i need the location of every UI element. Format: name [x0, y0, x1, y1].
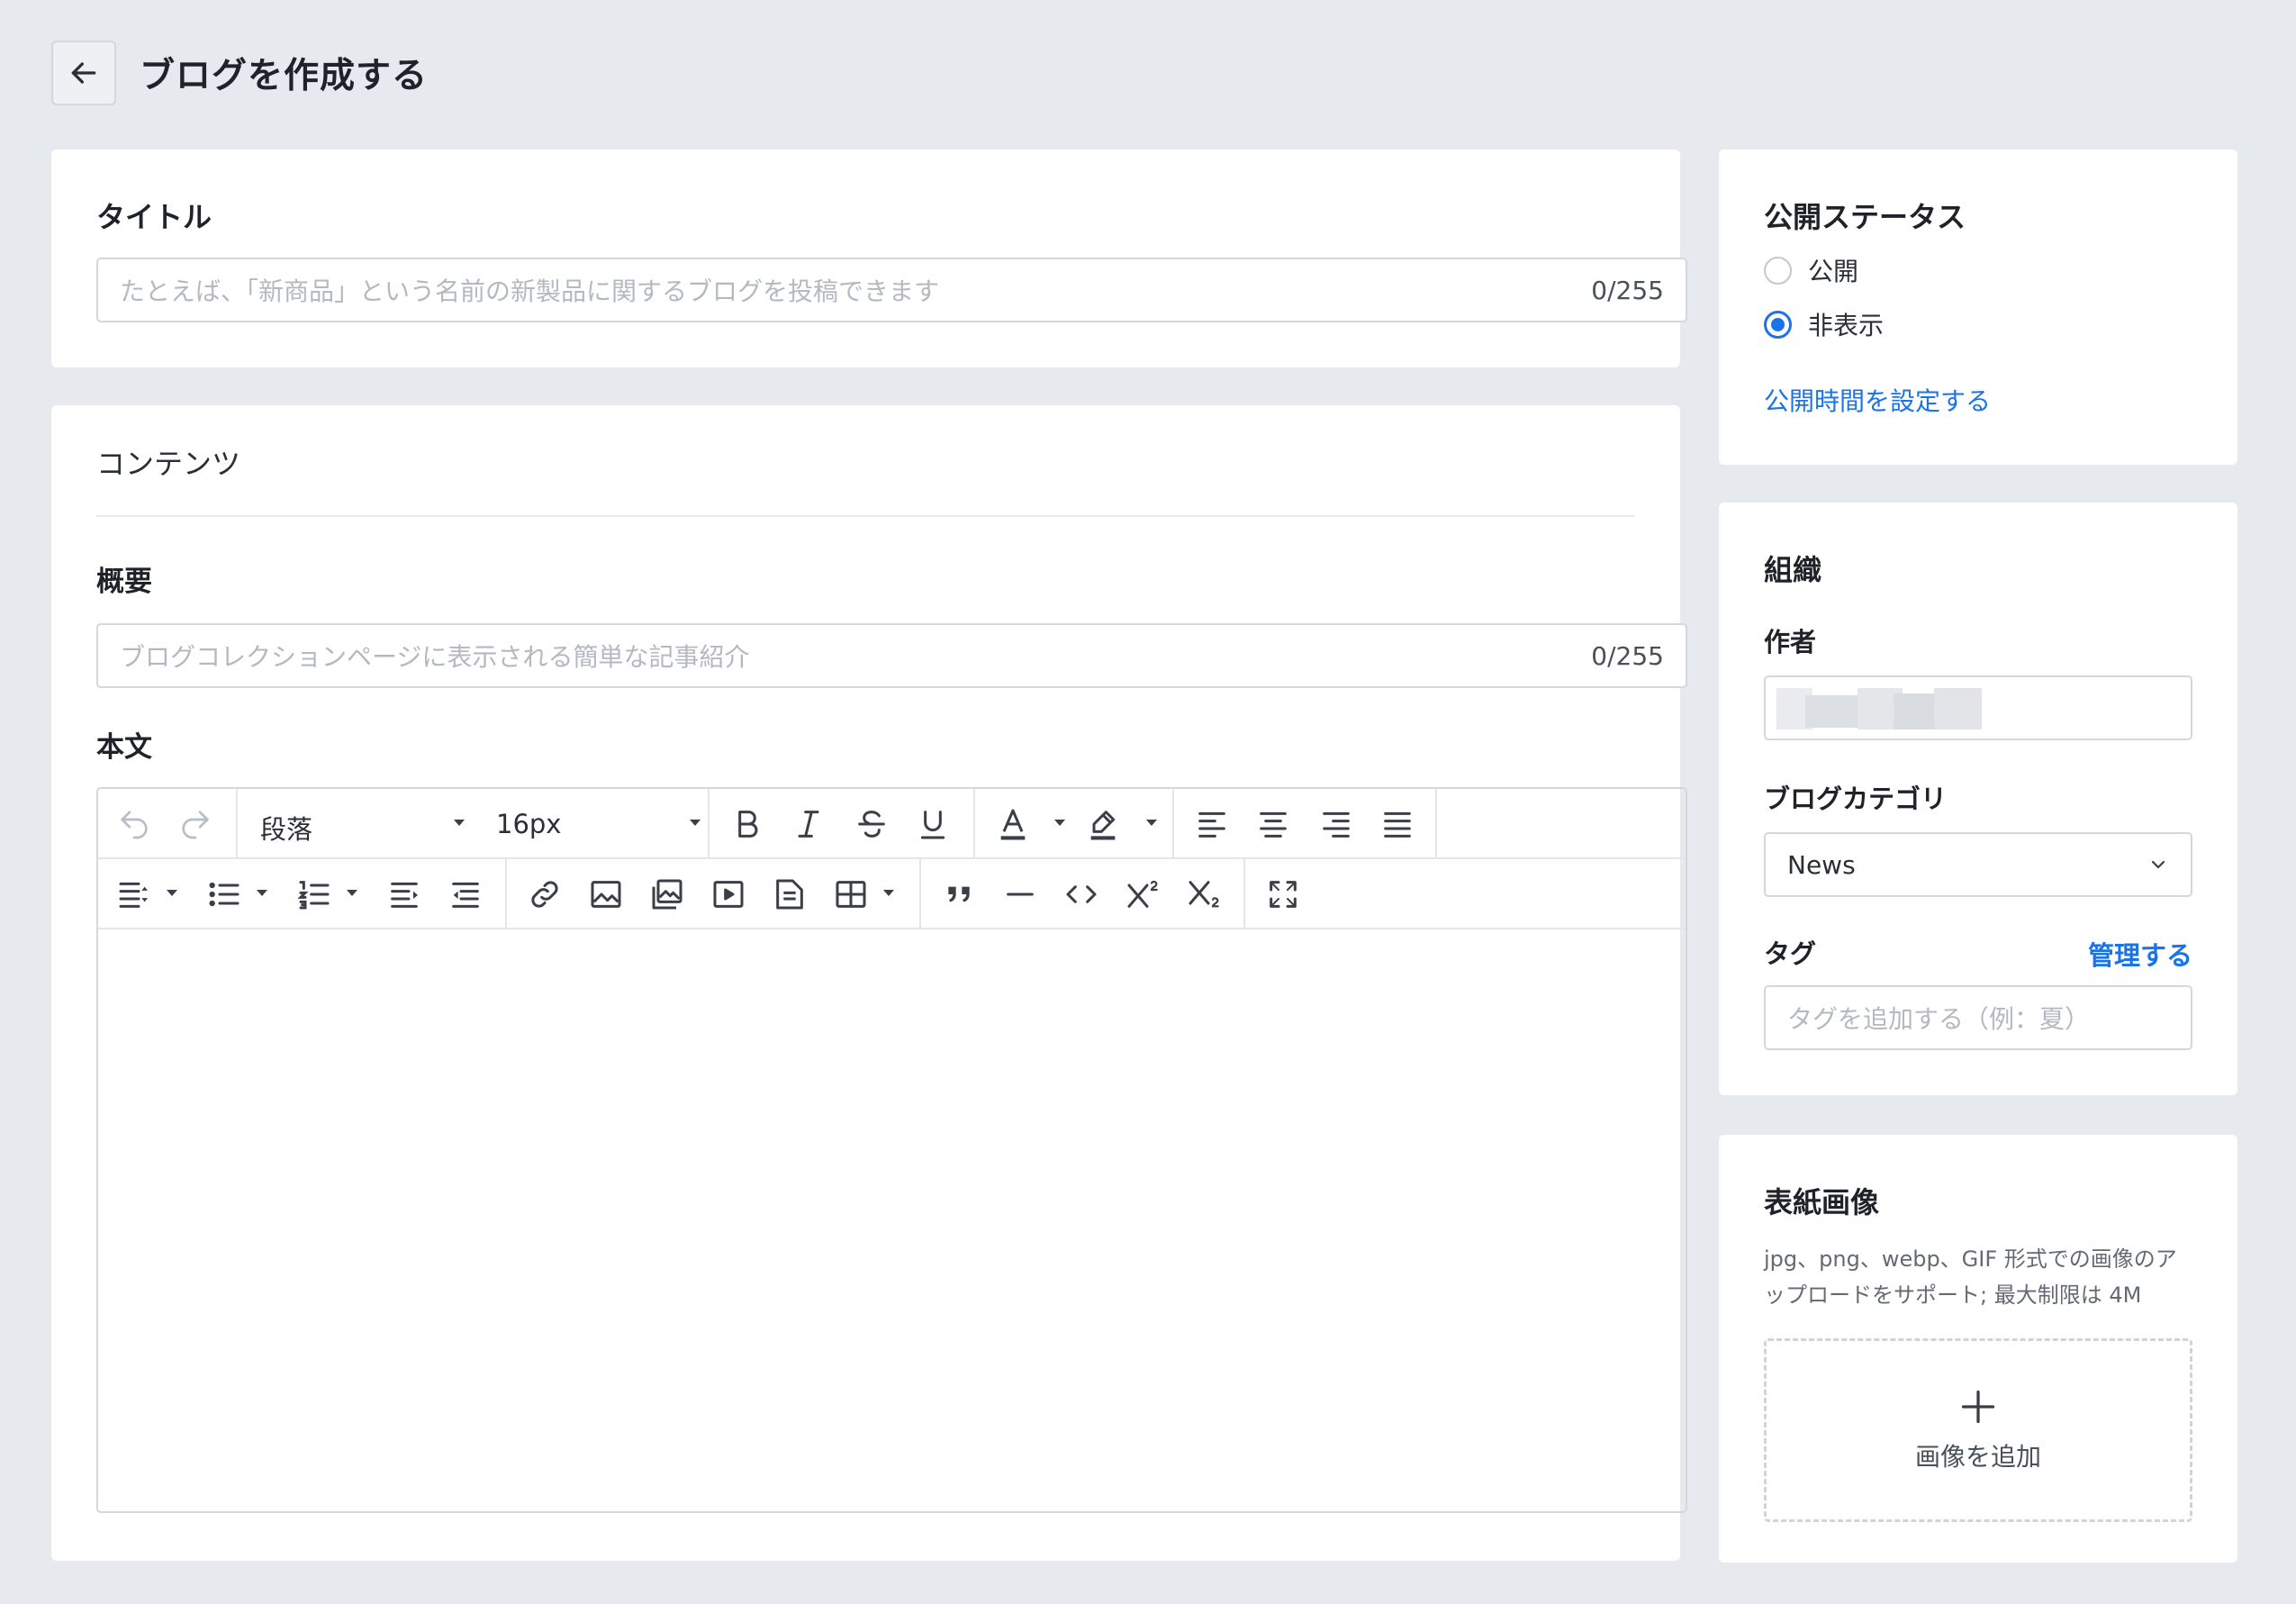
summary-input[interactable]: ブログコレクションページに表示される簡単な記事紹介 0/255 [96, 623, 1687, 688]
summary-char-counter: 0/255 [1591, 640, 1664, 671]
radio-hidden-label: 非表示 [1808, 311, 1885, 340]
horizontal-rule-icon[interactable] [1002, 876, 1038, 912]
align-justify-icon[interactable] [1379, 806, 1415, 842]
code-icon[interactable] [1063, 876, 1099, 912]
highlight-caret-icon[interactable] [1146, 820, 1157, 826]
organization-card: 組織 作者 ブログカテゴリ News タグ 管理する タグを追加する（例：夏） [1719, 503, 2237, 1095]
add-image-label: 画像を追加 [1914, 1442, 2041, 1472]
author-input[interactable] [1764, 675, 2192, 740]
redo-icon[interactable] [177, 806, 213, 842]
image-icon[interactable] [588, 876, 624, 912]
radio-hidden[interactable]: 非表示 [1764, 306, 1884, 342]
alignment-group [1174, 789, 1437, 859]
back-button[interactable] [51, 41, 116, 105]
chevron-down-icon [2151, 860, 2165, 869]
subscript-icon[interactable] [1186, 876, 1222, 912]
radio-hidden-circle[interactable] [1764, 310, 1792, 339]
numbered-list-caret-icon[interactable] [347, 890, 357, 896]
category-select-value: News [1787, 849, 1856, 880]
tag-label: タグ [1764, 938, 1817, 969]
text-color-caret-icon[interactable] [1054, 820, 1065, 826]
blockquote-icon[interactable] [941, 876, 977, 912]
body-label: 本文 [96, 731, 152, 764]
strikethrough-icon[interactable] [854, 806, 890, 842]
add-image-dropzone[interactable]: 画像を追加 [1764, 1338, 2192, 1522]
author-value-redacted [1776, 688, 1982, 730]
schedule-publish-link[interactable]: 公開時間を設定する [1764, 382, 1991, 418]
file-attachment-icon[interactable] [772, 876, 808, 912]
history-group [98, 789, 238, 859]
table-caret-icon[interactable] [883, 890, 894, 896]
tag-placeholder: タグを追加する（例：夏） [1787, 1004, 2091, 1034]
outdent-icon[interactable] [447, 876, 484, 912]
page-header: ブログを作成する [51, 40, 428, 106]
superscript-icon[interactable] [1125, 876, 1161, 912]
title-char-counter: 0/255 [1591, 275, 1664, 305]
radio-public-circle[interactable] [1764, 256, 1792, 285]
link-icon[interactable] [527, 876, 563, 912]
highlight-color-icon[interactable] [1085, 806, 1121, 842]
align-center-icon[interactable] [1255, 806, 1291, 842]
content-divider [96, 515, 1635, 517]
manage-tags-link[interactable]: 管理する [2088, 935, 2192, 973]
font-size-caret-icon [690, 820, 701, 826]
line-height-icon[interactable] [116, 876, 152, 912]
gallery-icon[interactable] [649, 876, 685, 912]
publish-status-title: 公開ステータス [1764, 200, 1966, 234]
cover-image-card: 表紙画像 jpg、png、webp、GIF 形式での画像のアップロードをサポート… [1719, 1135, 2237, 1563]
radio-public-label: 公開 [1808, 257, 1859, 286]
line-height-caret-icon[interactable] [167, 890, 177, 896]
cover-image-hint: jpg、png、webp、GIF 形式での画像のアップロードをサポート; 最大制… [1764, 1246, 2177, 1308]
title-placeholder: たとえば、「新商品」という名前の新製品に関するブログを投稿できます [120, 276, 940, 306]
editor-toolbar-row-1: 段落 16px [98, 789, 1686, 859]
undo-icon[interactable] [116, 806, 152, 842]
summary-placeholder: ブログコレクションページに表示される簡単な記事紹介 [120, 642, 750, 672]
italic-icon[interactable] [791, 806, 827, 842]
paragraph-select[interactable]: 段落 [238, 789, 474, 859]
content-card: コンテンツ 概要 ブログコレクションページに表示される簡単な記事紹介 0/255… [51, 405, 1687, 1561]
fullscreen-icon[interactable] [1265, 876, 1301, 912]
content-section-label: コンテンツ [96, 447, 241, 481]
publish-status-card: 公開ステータス 公開 非表示 公開時間を設定する [1719, 150, 2237, 465]
summary-label: 概要 [96, 566, 152, 598]
bullet-list-caret-icon[interactable] [257, 890, 267, 896]
color-group [975, 789, 1174, 859]
plus-icon [1961, 1390, 1995, 1424]
indent-icon[interactable] [386, 876, 422, 912]
page-title: ブログを作成する [140, 56, 429, 96]
view-group [1245, 859, 1326, 929]
align-left-icon[interactable] [1194, 806, 1230, 842]
block-format-group: 段落 16px [238, 789, 710, 859]
text-style-group [710, 789, 975, 859]
editor-content-area[interactable] [98, 931, 1686, 1511]
title-card: タイトル たとえば、「新商品」という名前の新製品に関するブログを投稿できます 0… [51, 150, 1687, 367]
text-color-icon[interactable] [995, 806, 1031, 842]
title-label: タイトル [96, 200, 212, 234]
video-icon[interactable] [710, 876, 746, 912]
list-group [98, 859, 507, 929]
bold-icon[interactable] [729, 806, 765, 842]
rich-text-editor: 段落 16px [96, 787, 1687, 1513]
align-right-icon[interactable] [1318, 806, 1354, 842]
category-select[interactable]: News [1764, 832, 2192, 897]
underline-icon[interactable] [915, 806, 951, 842]
category-label: ブログカテゴリ [1764, 784, 1948, 814]
font-size-select-value: 16px [496, 809, 562, 839]
author-label: 作者 [1764, 627, 1817, 657]
format-extra-group [921, 859, 1245, 929]
radio-public[interactable]: 公開 [1764, 252, 1858, 288]
arrow-left-icon [71, 62, 96, 84]
cover-image-title: 表紙画像 [1764, 1185, 1880, 1219]
numbered-list-icon[interactable] [296, 876, 332, 912]
paragraph-select-value: 段落 [260, 814, 313, 845]
table-icon[interactable] [833, 876, 869, 912]
organization-title: 組織 [1764, 553, 1822, 587]
title-input[interactable]: たとえば、「新商品」という名前の新製品に関するブログを投稿できます 0/255 [96, 258, 1687, 322]
editor-toolbar-row-2 [98, 859, 1686, 929]
insert-group [507, 859, 921, 929]
paragraph-caret-icon [454, 820, 465, 826]
tag-input[interactable]: タグを追加する（例：夏） [1764, 985, 2192, 1050]
font-size-select[interactable]: 16px [474, 789, 710, 859]
bullet-list-icon[interactable] [206, 876, 242, 912]
